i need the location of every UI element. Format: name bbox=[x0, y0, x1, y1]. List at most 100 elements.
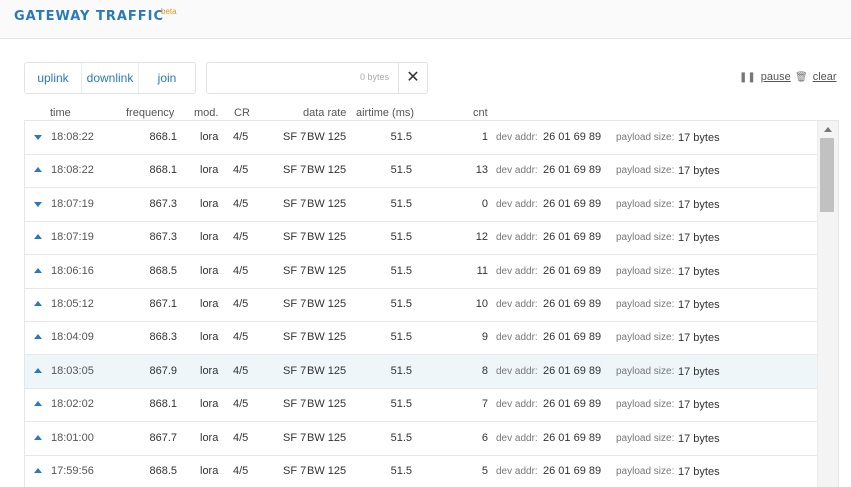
table-row[interactable]: 18:07:19 867.3 lora 4/5 SF 7 BW 125 51.5 12 dev … bbox=[25, 221, 817, 255]
row-time: 18:05:12 bbox=[51, 298, 94, 310]
filter-search-box: 0 bytes ✕ bbox=[206, 62, 428, 94]
table-row[interactable]: 18:04:09 868.3 lora 4/5 SF 7 BW 125 51.5 9 dev a… bbox=[25, 321, 817, 355]
table-row[interactable]: 18:05:12 867.1 lora 4/5 SF 7 BW 125 51.5 10 dev … bbox=[25, 288, 817, 322]
row-frequency: 867.7 bbox=[149, 432, 177, 444]
column-header-cnt: cnt bbox=[473, 107, 488, 119]
row-dev-addr: 26 01 69 89 bbox=[543, 231, 602, 243]
row-spreading-factor: SF 7 bbox=[283, 432, 307, 444]
top-bar: GATEWAY TRAFFIC beta bbox=[0, 0, 851, 39]
row-time: 18:02:02 bbox=[51, 398, 94, 410]
row-cnt: 0 bbox=[481, 198, 488, 210]
row-dev-addr: 26 01 69 89 bbox=[543, 131, 602, 143]
row-spreading-factor: SF 7 bbox=[283, 331, 307, 343]
payload-size-label: payload size: bbox=[616, 332, 675, 343]
row-spreading-factor: SF 7 bbox=[283, 131, 307, 143]
column-header-frequency: frequency bbox=[126, 107, 175, 119]
row-modulation: lora bbox=[200, 465, 219, 477]
uplink-arrow-icon bbox=[34, 167, 42, 172]
row-modulation: lora bbox=[200, 331, 219, 343]
row-frequency: 868.1 bbox=[149, 398, 177, 410]
table-row[interactable]: 18:03:05 867.9 lora 4/5 SF 7 BW 125 51.5 8 dev a… bbox=[25, 355, 817, 389]
row-airtime: 51.5 bbox=[390, 198, 412, 210]
row-payload-size: 17 bytes bbox=[678, 299, 720, 311]
traffic-table: 18:08:22 868.1 lora 4/5 SF 7 BW 125 51.5 1 dev a… bbox=[24, 120, 839, 487]
filter-downlink-button[interactable]: downlink bbox=[82, 63, 139, 93]
row-modulation: lora bbox=[200, 298, 219, 310]
row-payload-size: 17 bytes bbox=[678, 232, 720, 244]
row-bandwidth: BW 125 bbox=[307, 231, 347, 243]
filter-join-button[interactable]: join bbox=[139, 63, 195, 93]
row-airtime: 51.5 bbox=[390, 365, 412, 377]
row-dev-addr: 26 01 69 89 bbox=[543, 398, 602, 410]
dev-addr-label: dev addr: bbox=[496, 266, 538, 277]
row-frequency: 867.3 bbox=[149, 198, 177, 210]
pause-button[interactable]: ❚❚ pause bbox=[739, 71, 791, 83]
row-airtime: 51.5 bbox=[390, 231, 412, 243]
row-cnt: 13 bbox=[475, 164, 488, 176]
table-row[interactable]: 17:59:56 868.5 lora 4/5 SF 7 BW 125 51.5 5 dev a… bbox=[25, 455, 817, 487]
row-dev-addr: 26 01 69 89 bbox=[543, 465, 602, 477]
trash-icon: 🗑 bbox=[795, 72, 808, 83]
row-spreading-factor: SF 7 bbox=[283, 198, 307, 210]
row-time: 18:07:19 bbox=[51, 231, 94, 243]
row-coding-rate: 4/5 bbox=[233, 265, 249, 277]
scrollbar-thumb[interactable] bbox=[820, 138, 834, 212]
column-header-airtime: airtime (ms) bbox=[356, 107, 415, 119]
table-row[interactable]: 18:01:00 867.7 lora 4/5 SF 7 BW 125 51.5 6 dev a… bbox=[25, 422, 817, 456]
table-row[interactable]: 18:08:22 868.1 lora 4/5 SF 7 BW 125 51.5 1 dev a… bbox=[25, 121, 817, 155]
page-title: GATEWAY TRAFFIC bbox=[14, 9, 165, 24]
row-airtime: 51.5 bbox=[390, 398, 412, 410]
row-coding-rate: 4/5 bbox=[233, 365, 249, 377]
uplink-arrow-icon bbox=[34, 268, 42, 273]
dev-addr-label: dev addr: bbox=[496, 466, 538, 477]
row-spreading-factor: SF 7 bbox=[283, 465, 307, 477]
row-payload-size: 17 bytes bbox=[678, 399, 720, 411]
table-row[interactable]: 18:07:19 867.3 lora 4/5 SF 7 BW 125 51.5 0 dev a… bbox=[25, 188, 817, 222]
table-row[interactable]: 18:08:22 868.1 lora 4/5 SF 7 BW 125 51.5 13 dev … bbox=[25, 154, 817, 188]
row-time: 18:07:19 bbox=[51, 198, 94, 210]
row-modulation: lora bbox=[200, 365, 219, 377]
row-bandwidth: BW 125 bbox=[307, 198, 347, 210]
row-time: 17:59:56 bbox=[51, 465, 94, 477]
row-cnt: 9 bbox=[481, 331, 488, 343]
scroll-up-arrow-icon[interactable] bbox=[824, 127, 832, 132]
uplink-arrow-icon bbox=[34, 368, 42, 373]
row-payload-size: 17 bytes bbox=[678, 165, 720, 177]
payload-size-label: payload size: bbox=[616, 466, 675, 477]
dev-addr-label: dev addr: bbox=[496, 433, 538, 444]
row-payload-size: 17 bytes bbox=[678, 366, 720, 378]
row-modulation: lora bbox=[200, 265, 219, 277]
row-cnt: 10 bbox=[475, 298, 488, 310]
uplink-arrow-icon bbox=[34, 234, 42, 239]
payload-size-label: payload size: bbox=[616, 165, 675, 176]
clear-button[interactable]: 🗑 clear bbox=[795, 71, 837, 83]
downlink-arrow-icon bbox=[34, 135, 42, 140]
uplink-arrow-icon bbox=[34, 334, 42, 339]
row-payload-size: 17 bytes bbox=[678, 466, 720, 478]
dev-addr-label: dev addr: bbox=[496, 332, 538, 343]
row-coding-rate: 4/5 bbox=[233, 131, 249, 143]
row-cnt: 1 bbox=[481, 131, 488, 143]
row-dev-addr: 26 01 69 89 bbox=[543, 331, 602, 343]
column-header-data-rate: data rate bbox=[303, 107, 347, 119]
row-modulation: lora bbox=[200, 198, 219, 210]
payload-bytes-label: 0 bytes bbox=[359, 72, 389, 82]
row-modulation: lora bbox=[200, 398, 219, 410]
direction-filter-group: uplink downlink join bbox=[24, 62, 196, 94]
table-row[interactable]: 18:02:02 868.1 lora 4/5 SF 7 BW 125 51.5 7 dev a… bbox=[25, 388, 817, 422]
dev-addr-label: dev addr: bbox=[496, 299, 538, 310]
row-time: 18:06:16 bbox=[51, 265, 94, 277]
table-row[interactable]: 18:06:16 868.5 lora 4/5 SF 7 BW 125 51.5 11 dev … bbox=[25, 255, 817, 289]
row-spreading-factor: SF 7 bbox=[283, 298, 307, 310]
uplink-arrow-icon bbox=[34, 468, 42, 473]
row-time: 18:08:22 bbox=[51, 131, 94, 143]
row-spreading-factor: SF 7 bbox=[283, 265, 307, 277]
row-dev-addr: 26 01 69 89 bbox=[543, 198, 602, 210]
filter-uplink-button[interactable]: uplink bbox=[25, 63, 82, 93]
row-bandwidth: BW 125 bbox=[307, 465, 347, 477]
row-bandwidth: BW 125 bbox=[307, 432, 347, 444]
row-cnt: 8 bbox=[481, 365, 488, 377]
row-airtime: 51.5 bbox=[390, 331, 412, 343]
clear-search-button[interactable]: ✕ bbox=[398, 63, 427, 93]
table-scrollbar[interactable] bbox=[817, 121, 838, 487]
